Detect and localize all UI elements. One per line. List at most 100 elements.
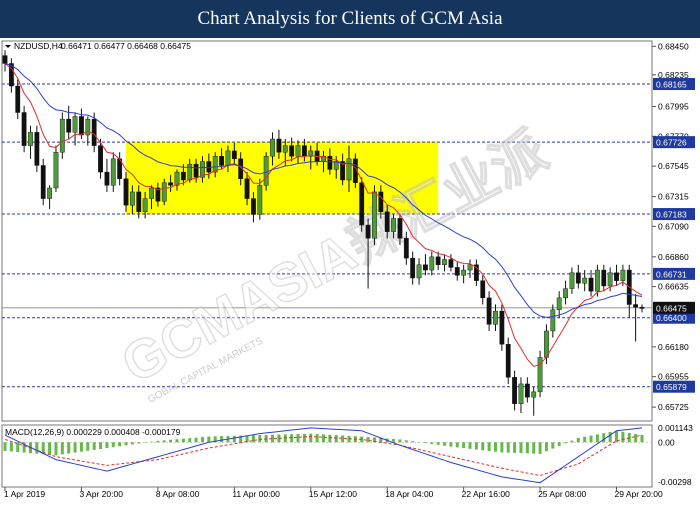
candle-body (467, 264, 473, 271)
candle-body (28, 132, 33, 146)
candle-body (34, 132, 40, 166)
macd-histogram-bar (54, 442, 58, 456)
candle-body (257, 185, 263, 215)
chart-title: Chart Analysis for Clients of GCM Asia (197, 8, 503, 29)
chart-frame: GCMASIA辣汇业派 GOBAL CAPITAL MARKETS 0.6845… (0, 38, 700, 500)
macd-histogram-bar (551, 442, 555, 449)
macd-histogram-bar (73, 442, 77, 453)
macd-histogram-bar (322, 434, 325, 443)
level-price-label: 0.66400 (656, 313, 687, 323)
x-tick-label: 11 Apr 00:00 (232, 489, 280, 499)
candle-body (620, 269, 626, 281)
y-tick-label: 0.68450 (658, 41, 689, 51)
macd-histogram-bar (621, 431, 625, 443)
y-tick-label: 0.66635 (658, 282, 689, 292)
candle-body (53, 152, 59, 189)
candle-body (595, 269, 600, 292)
macd-histogram-bar (220, 436, 224, 443)
macd-histogram-bar (86, 442, 90, 451)
macd-histogram-bar (92, 442, 96, 450)
candle-body (276, 138, 282, 153)
macd-histogram-bar (105, 442, 109, 449)
macd-y-tick-label: 0.00 (658, 437, 675, 447)
price-chart-svg[interactable]: GCMASIA辣汇业派 GOBAL CAPITAL MARKETS 0.6845… (0, 38, 700, 500)
macd-histogram-bar (602, 433, 606, 443)
candle-body (614, 272, 619, 281)
macd-histogram-bar (232, 435, 236, 443)
candle-body (21, 112, 27, 146)
candle-body (442, 259, 447, 265)
candle-body (588, 277, 594, 292)
macd-histogram-bar (570, 440, 574, 443)
candle-body (180, 171, 186, 181)
level-price-label: 0.68165 (656, 80, 687, 90)
macd-histogram-bar (67, 442, 71, 454)
level-price-label: 0.67183 (656, 210, 687, 220)
candle-body (244, 178, 250, 199)
macd-histogram-bar (334, 435, 338, 443)
macd-histogram-bar (487, 442, 491, 451)
candle-body (550, 309, 556, 332)
macd-histogram-bar (48, 442, 52, 455)
macd-histogram-bar (175, 439, 179, 443)
candle-body (410, 257, 416, 279)
macd-histogram-bar (589, 435, 593, 443)
candle-body (372, 191, 377, 239)
macd-histogram-bar (309, 433, 313, 443)
candle-body (454, 267, 460, 276)
macd-histogram-bar (411, 441, 415, 443)
y-tick-label: 0.67090 (658, 221, 689, 231)
macd-y-tick-label: 0.001143 (658, 423, 693, 433)
macd-histogram-bar (532, 442, 536, 454)
candle-body (123, 178, 129, 206)
candle-body (378, 191, 384, 213)
candle-body (569, 272, 575, 289)
candle-body (416, 264, 422, 279)
candle-body (15, 85, 21, 113)
macd-histogram-bar (538, 442, 542, 454)
y-tick-label: 0.67315 (658, 192, 689, 202)
macd-histogram-bar (423, 442, 427, 444)
x-tick-label: 25 Apr 08:00 (538, 489, 586, 499)
candle-body (136, 191, 142, 213)
candle-body (601, 269, 607, 287)
candle-body (512, 377, 518, 404)
candle-body (59, 118, 65, 153)
candle-body (486, 297, 492, 325)
macd-histogram-bar (462, 442, 466, 449)
candle-body (365, 224, 371, 239)
macd-histogram-bar (200, 437, 204, 443)
macd-histogram-bar (296, 434, 300, 443)
macd-histogram-bar (60, 442, 64, 455)
macd-histogram-bar (417, 442, 421, 443)
candle-body (544, 330, 549, 358)
candle-body (219, 155, 224, 166)
candle-body (174, 171, 180, 186)
chart-title-bar: Chart Analysis for Clients of GCM Asia (0, 0, 700, 38)
macd-histogram-bar (595, 434, 599, 443)
candle-body (289, 145, 295, 157)
macd-histogram-bar (162, 440, 166, 443)
candle-body (639, 306, 645, 309)
macd-histogram-bar (468, 442, 472, 449)
y-tick-label: 0.65725 (658, 402, 689, 412)
candle-body (72, 116, 78, 133)
candle-body (40, 165, 46, 199)
x-tick-label: 8 Apr 08:00 (156, 489, 200, 499)
macd-histogram-bar (506, 442, 510, 453)
y-tick-label: 0.67995 (658, 102, 689, 112)
level-price-label: 0.65879 (656, 382, 687, 392)
candle-body (346, 158, 352, 181)
macd-histogram-bar (156, 440, 160, 443)
macd-histogram-bar (169, 439, 173, 443)
level-price-label: 0.66731 (656, 269, 687, 279)
x-tick-label: 22 Apr 16:00 (462, 489, 510, 499)
candle-body (563, 288, 568, 299)
candle-body (110, 158, 116, 186)
candle-body (493, 310, 498, 325)
macd-histogram-bar (328, 434, 332, 443)
macd-histogram-bar (130, 442, 134, 445)
macd-histogram-bar (449, 442, 453, 447)
macd-histogram-bar (398, 439, 402, 443)
level-price-label: 0.67726 (656, 138, 687, 148)
